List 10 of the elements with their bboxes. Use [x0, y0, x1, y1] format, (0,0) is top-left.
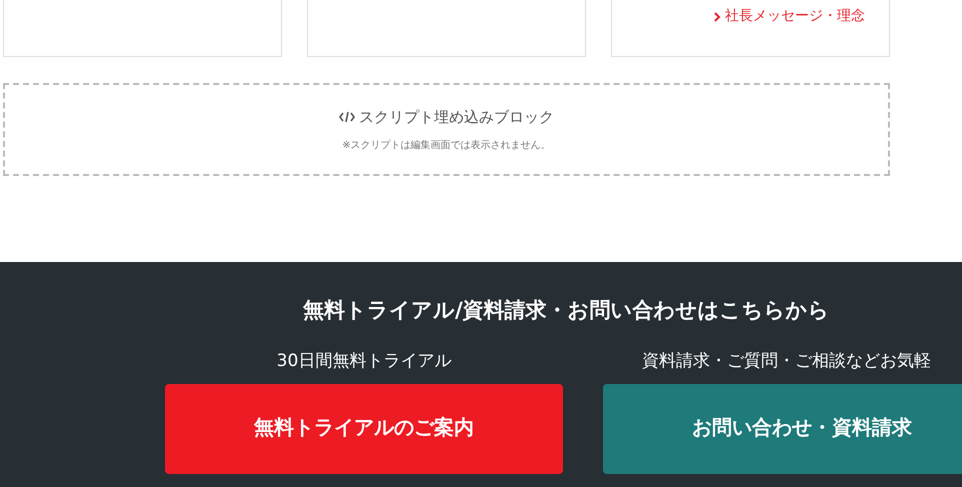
cta-title: 無料トライアル/資料請求・お問い合わせはこちらから — [303, 297, 831, 324]
block-title: スクリプト埋め込みブロック — [359, 106, 554, 128]
cta-button[interactable]: 無料トライアルのご案内 — [165, 384, 563, 474]
chevron-icon — [714, 12, 721, 22]
block-note: ※スクリプトは編集画面では表示されません。 — [342, 138, 551, 154]
cta-button[interactable]: お問い合わせ・資料請求 — [603, 384, 962, 474]
column-label: 資料請求・ご質問・ご相談などお気軽 — [642, 350, 931, 372]
column-label: 30日間無料トライアル — [276, 350, 452, 372]
message-link[interactable]: 社長メッセージ・理念 — [714, 6, 865, 27]
code-icon — [339, 111, 355, 123]
